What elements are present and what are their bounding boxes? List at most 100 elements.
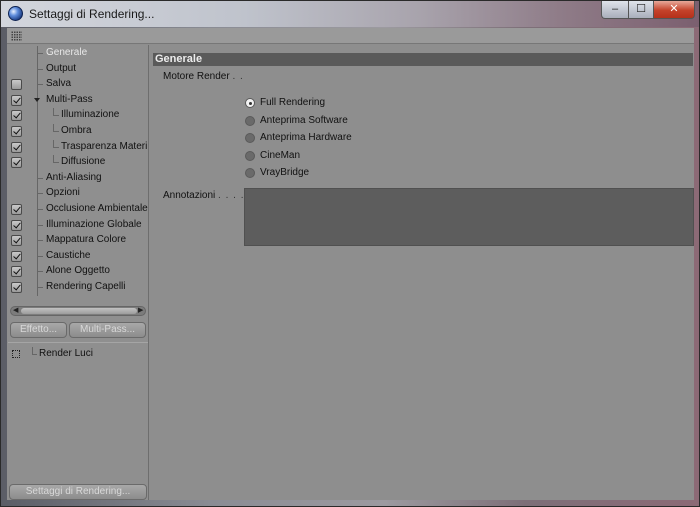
radio-button[interactable] xyxy=(245,98,255,108)
tree-item-checkbox[interactable] xyxy=(11,235,22,247)
tree-item-label: Multi-Pass xyxy=(46,93,93,105)
radio-label: CineMan xyxy=(260,149,301,161)
tree-horizontal-scrollbar[interactable]: ◀ ▶ xyxy=(10,306,146,316)
scrollbar-thumb[interactable] xyxy=(21,308,137,314)
tree-item-checkbox[interactable] xyxy=(11,79,22,91)
tree-item-label: Ombra xyxy=(61,125,92,136)
tree-item[interactable]: Multi-Pass xyxy=(7,92,149,109)
expand-arrow-icon[interactable] xyxy=(34,97,40,102)
tree-item-checkbox[interactable] xyxy=(11,110,22,122)
label-dots: . . xyxy=(232,71,244,82)
tree-item-label: Mappatura Colore xyxy=(46,234,127,246)
tree-item-label: Generale xyxy=(46,47,88,58)
tree-connector xyxy=(53,115,59,117)
tree-item[interactable]: Illuminazione Globale xyxy=(7,217,149,234)
tree-item-checkbox[interactable] xyxy=(11,204,22,215)
tree-item-label: Rendering Capelli xyxy=(46,281,126,292)
tree-connector xyxy=(37,209,43,210)
radio-label: VrayBridge xyxy=(260,167,310,178)
tree-connector xyxy=(37,77,38,94)
effect-button[interactable]: Effetto... xyxy=(10,322,67,338)
tree-connector xyxy=(37,271,43,273)
tree-connector xyxy=(53,146,59,148)
tree-connector xyxy=(37,264,38,281)
tree-item-checkbox[interactable] xyxy=(11,94,22,106)
render-luci-icon xyxy=(12,350,20,358)
cinema4d-app-icon xyxy=(8,6,23,21)
radio-button[interactable] xyxy=(245,133,255,143)
title-bar[interactable]: Settaggi di Rendering... – ☐ ✕ xyxy=(1,1,699,27)
tree-item[interactable]: Occlusione Ambientale xyxy=(7,202,149,218)
tree-connector xyxy=(37,53,43,54)
radio-label: Anteprima Hardware xyxy=(260,132,352,143)
render-luci-row[interactable]: Render Luci xyxy=(7,347,149,362)
tree-item-label: Anti-Aliasing xyxy=(46,171,102,183)
tree-connector xyxy=(37,280,38,296)
tree-item-label: Output xyxy=(46,62,77,74)
settings-detail-panel: Generale Motore Render . . Full Renderin… xyxy=(152,45,694,500)
radio-button[interactable] xyxy=(245,168,255,178)
radio-button[interactable] xyxy=(245,150,255,161)
tree-item-label: Alone Oggetto xyxy=(46,265,110,277)
toolbar-strip xyxy=(7,28,694,44)
tree-item[interactable]: Output xyxy=(7,61,149,78)
tree-item-checkbox[interactable] xyxy=(11,157,22,169)
tree-item[interactable]: Opzioni xyxy=(7,186,149,203)
tree-item-checkbox[interactable] xyxy=(11,266,22,278)
tree-connector xyxy=(37,155,38,172)
tree-connector xyxy=(37,124,38,140)
tree-item[interactable]: Alone Oggetto xyxy=(7,264,149,281)
radio-label: Full Rendering xyxy=(260,97,326,108)
multipass-button[interactable]: Multi-Pass... xyxy=(69,322,146,338)
tree-item-checkbox[interactable] xyxy=(11,250,22,262)
tree-item-label: Diffusione xyxy=(61,156,106,168)
tree-connector xyxy=(37,248,38,265)
tree-item-label: Caustiche xyxy=(46,249,91,261)
tree-connector xyxy=(37,255,43,257)
close-button[interactable]: ✕ xyxy=(653,1,695,19)
tree-connector xyxy=(37,84,43,86)
tree-item[interactable]: Generale xyxy=(7,46,149,62)
tree-connector xyxy=(37,186,38,203)
tree-item-checkbox[interactable] xyxy=(11,219,22,231)
notes-label-text: Annotazioni xyxy=(163,190,216,201)
tree-item[interactable]: Illuminazione xyxy=(7,108,149,125)
tree-item[interactable]: Diffusione xyxy=(7,155,149,172)
window-title: Settaggi di Rendering... xyxy=(29,7,155,21)
tree-item[interactable]: Mappatura Colore xyxy=(7,233,149,250)
tree-connector xyxy=(37,68,43,70)
tree-connector xyxy=(37,170,38,187)
tree-connector xyxy=(53,131,59,132)
tree-item[interactable]: Caustiche xyxy=(7,248,149,265)
tree-connector xyxy=(37,108,38,125)
tree-item[interactable]: Trasparenza Materi xyxy=(7,139,149,156)
tree-item[interactable]: Ombra xyxy=(7,124,149,140)
tree-item-checkbox[interactable] xyxy=(11,282,22,293)
tree-item-label: Opzioni xyxy=(46,187,80,199)
grip-handle-icon[interactable] xyxy=(11,31,22,41)
tree-item-checkbox[interactable] xyxy=(11,141,22,153)
tree-item-label: Illuminazione xyxy=(61,109,120,121)
tree-item[interactable]: Rendering Capelli xyxy=(7,280,149,296)
tree-item[interactable]: Salva xyxy=(7,77,149,94)
minimize-button[interactable]: – xyxy=(601,1,629,19)
tree-connector xyxy=(37,217,38,234)
tree-connector xyxy=(37,193,43,195)
scroll-left-arrow-icon[interactable]: ◀ xyxy=(13,307,18,315)
maximize-button[interactable]: ☐ xyxy=(628,1,654,19)
render-engine-label-text: Motore Render xyxy=(163,71,230,82)
tree-connector xyxy=(37,287,43,288)
notes-textarea[interactable] xyxy=(244,188,694,246)
tree-item[interactable]: Anti-Aliasing xyxy=(7,170,149,187)
render-settings-button[interactable]: Settaggi di Rendering... xyxy=(9,484,147,500)
tree-connector xyxy=(37,177,43,179)
tree-item-checkbox[interactable] xyxy=(11,126,22,137)
scroll-right-arrow-icon[interactable]: ▶ xyxy=(138,307,143,315)
render-engine-label: Motore Render . . xyxy=(163,71,244,82)
client-area: Generale Output Salva Multi-Pass Illuminazio… xyxy=(7,28,694,500)
tree-item-label: Occlusione Ambientale xyxy=(46,203,148,214)
tree-item-label: Salva xyxy=(46,78,72,90)
radio-button[interactable] xyxy=(245,115,255,126)
notes-label: Annotazioni . . . . xyxy=(163,190,245,201)
tree-connector xyxy=(37,224,43,226)
